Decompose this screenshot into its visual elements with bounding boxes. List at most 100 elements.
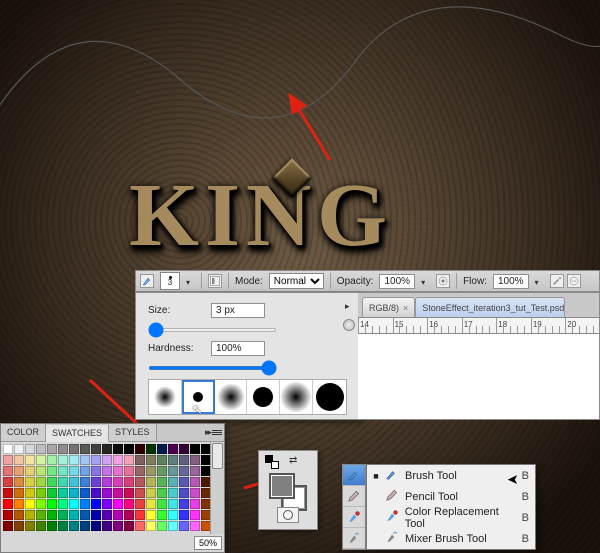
tool-preset-picker[interactable] <box>140 274 154 288</box>
swatch-9[interactable] <box>102 444 112 454</box>
swatch-156[interactable] <box>179 521 189 531</box>
size-slider[interactable] <box>148 328 277 332</box>
swatch-2[interactable] <box>25 444 35 454</box>
swatch-124[interactable] <box>47 510 57 520</box>
swatch-41[interactable] <box>14 466 24 476</box>
swatch-121[interactable] <box>14 510 24 520</box>
swatch-29[interactable] <box>102 455 112 465</box>
swatch-13[interactable] <box>146 444 156 454</box>
swatch-133[interactable] <box>146 510 156 520</box>
swatch-57[interactable] <box>190 466 200 476</box>
second-document-canvas[interactable] <box>358 334 600 420</box>
swatch-122[interactable] <box>25 510 35 520</box>
swatch-143[interactable] <box>36 521 46 531</box>
popup-gear-icon[interactable] <box>343 319 355 331</box>
foreground-color-chip[interactable] <box>269 473 295 499</box>
swatch-26[interactable] <box>69 455 79 465</box>
swatch-95[interactable] <box>168 488 178 498</box>
swatch-64[interactable] <box>47 477 57 487</box>
swatch-10[interactable] <box>113 444 123 454</box>
swatch-87[interactable] <box>80 488 90 498</box>
swatch-132[interactable] <box>135 510 145 520</box>
swatch-126[interactable] <box>69 510 79 520</box>
swatch-107[interactable] <box>80 499 90 509</box>
swatch-136[interactable] <box>179 510 189 520</box>
swatch-140[interactable] <box>3 521 13 531</box>
swatch-68[interactable] <box>91 477 101 487</box>
swatch-131[interactable] <box>124 510 134 520</box>
swatch-3[interactable] <box>36 444 46 454</box>
opacity-dropdown[interactable] <box>421 277 430 286</box>
swatch-88[interactable] <box>91 488 101 498</box>
tablet-pressure-opacity-icon[interactable] <box>436 274 450 288</box>
brush-panel-toggle[interactable] <box>208 274 222 288</box>
swatch-104[interactable] <box>47 499 57 509</box>
swatch-145[interactable] <box>58 521 68 531</box>
swatch-137[interactable] <box>190 510 200 520</box>
swatch-93[interactable] <box>146 488 156 498</box>
swatch-153[interactable] <box>146 521 156 531</box>
swatch-55[interactable] <box>168 466 178 476</box>
swatch-67[interactable] <box>80 477 90 487</box>
swatch-147[interactable] <box>80 521 90 531</box>
swatch-135[interactable] <box>168 510 178 520</box>
swatch-73[interactable] <box>146 477 156 487</box>
swatch-71[interactable] <box>124 477 134 487</box>
swatch-7[interactable] <box>80 444 90 454</box>
swatch-85[interactable] <box>58 488 68 498</box>
swatch-17[interactable] <box>190 444 200 454</box>
swatch-103[interactable] <box>36 499 46 509</box>
swatch-76[interactable] <box>179 477 189 487</box>
brush-preset-3[interactable] <box>247 380 280 414</box>
swatches-grid[interactable] <box>1 442 224 534</box>
swatch-96[interactable] <box>179 488 189 498</box>
swatch-49[interactable] <box>102 466 112 476</box>
swatch-106[interactable] <box>69 499 79 509</box>
swatch-1[interactable] <box>14 444 24 454</box>
swatch-92[interactable] <box>135 488 145 498</box>
brush-preset-1[interactable]: ↖ <box>182 380 215 414</box>
swatch-109[interactable] <box>102 499 112 509</box>
tool-mixer-button[interactable] <box>343 528 365 549</box>
swatch-8[interactable] <box>91 444 101 454</box>
swatch-80[interactable] <box>3 488 13 498</box>
swatch-112[interactable] <box>135 499 145 509</box>
swatch-74[interactable] <box>157 477 167 487</box>
swatch-11[interactable] <box>124 444 134 454</box>
swatch-117[interactable] <box>190 499 200 509</box>
swatch-56[interactable] <box>179 466 189 476</box>
swatch-157[interactable] <box>190 521 200 531</box>
tab-swatches[interactable]: SWATCHES <box>46 425 109 442</box>
brush-preset-4[interactable] <box>280 380 313 414</box>
size-field[interactable]: 3 px <box>211 303 265 318</box>
swatch-24[interactable] <box>47 455 57 465</box>
swatch-44[interactable] <box>47 466 57 476</box>
swatch-72[interactable] <box>135 477 145 487</box>
swatch-155[interactable] <box>168 521 178 531</box>
swatch-134[interactable] <box>157 510 167 520</box>
swatch-40[interactable] <box>3 466 13 476</box>
flow-field[interactable]: 100% <box>493 274 529 289</box>
swatch-125[interactable] <box>58 510 68 520</box>
brush-preset-2[interactable] <box>215 380 248 414</box>
swatch-146[interactable] <box>69 521 79 531</box>
swatch-21[interactable] <box>14 455 24 465</box>
swatch-101[interactable] <box>14 499 24 509</box>
tablet-pressure-size-icon[interactable] <box>567 274 581 288</box>
swatch-83[interactable] <box>36 488 46 498</box>
swatch-89[interactable] <box>102 488 112 498</box>
panel-menu-icon[interactable] <box>212 430 222 435</box>
brush-preset-5[interactable] <box>313 380 346 414</box>
collapse-panel-icon[interactable]: ▸▸ <box>205 427 210 438</box>
swatch-144[interactable] <box>47 521 57 531</box>
tab-styles[interactable]: STYLES <box>109 424 157 441</box>
hardness-field[interactable]: 100% <box>211 341 265 356</box>
swatch-130[interactable] <box>113 510 123 520</box>
swatch-52[interactable] <box>135 466 145 476</box>
swatch-70[interactable] <box>113 477 123 487</box>
swatch-33[interactable] <box>146 455 156 465</box>
swatch-34[interactable] <box>157 455 167 465</box>
swatch-127[interactable] <box>80 510 90 520</box>
swatches-scrollbar[interactable] <box>210 442 224 534</box>
popup-flyout-arrow-icon[interactable] <box>345 301 355 311</box>
